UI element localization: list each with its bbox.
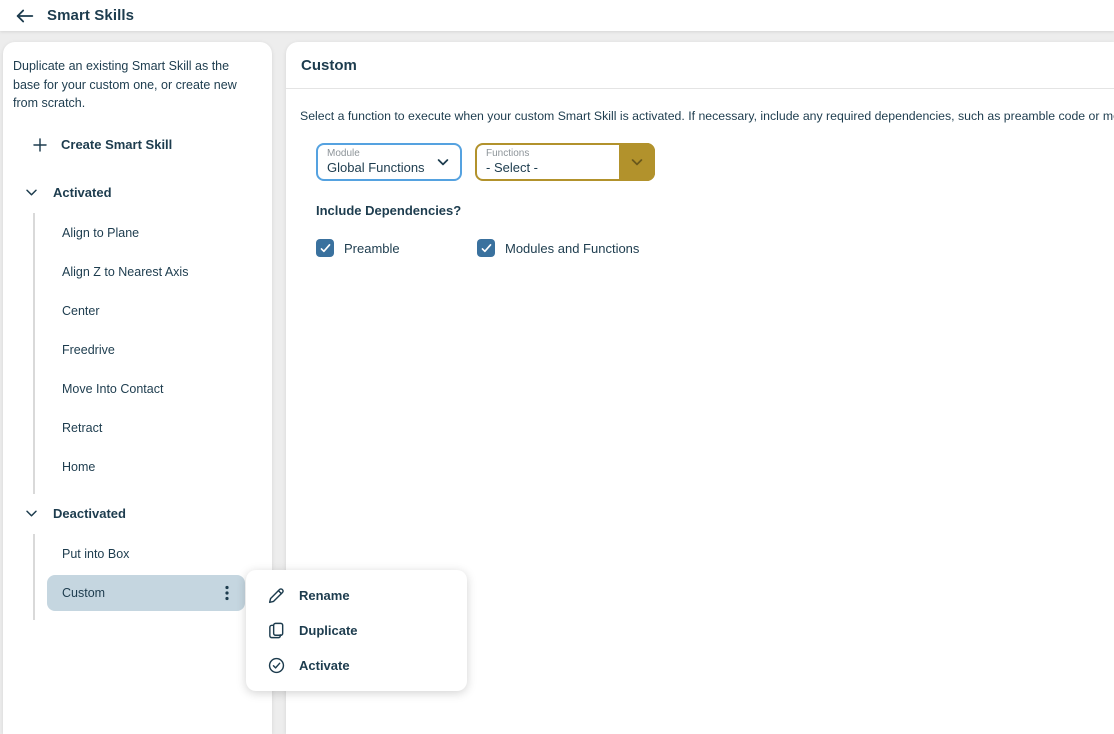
duplicate-icon xyxy=(267,621,286,640)
sidebar-item-center[interactable]: Center xyxy=(47,293,245,329)
module-select-value: Global Functions xyxy=(327,160,426,176)
panel-title: Custom xyxy=(286,42,1114,89)
deactivated-items: Put into Box Custom xyxy=(33,534,272,620)
functions-select-value: - Select - xyxy=(486,160,619,176)
menu-item-label: Rename xyxy=(299,588,350,603)
context-menu-duplicate[interactable]: Duplicate xyxy=(246,614,467,648)
item-label: Align to Plane xyxy=(62,226,139,240)
modules-and-functions-option: Modules and Functions xyxy=(477,239,639,257)
check-circle-icon xyxy=(267,656,286,675)
sidebar-item-align-to-plane[interactable]: Align to Plane xyxy=(47,215,245,251)
include-dependencies-label: Include Dependencies? xyxy=(316,203,1114,218)
menu-item-label: Activate xyxy=(299,658,350,673)
plus-icon xyxy=(32,137,48,153)
sidebar-item-retract[interactable]: Retract xyxy=(47,410,245,446)
sidebar-item-align-z-to-nearest-axis[interactable]: Align Z to Nearest Axis xyxy=(47,254,245,290)
sidebar-item-custom[interactable]: Custom xyxy=(47,575,245,611)
modules-and-functions-checkbox[interactable] xyxy=(477,239,495,257)
chevron-down-icon xyxy=(426,145,460,179)
preamble-checkbox[interactable] xyxy=(316,239,334,257)
item-label: Center xyxy=(62,304,100,318)
section-label: Deactivated xyxy=(53,506,126,521)
back-arrow-icon[interactable] xyxy=(13,4,37,28)
module-select[interactable]: Module Global Functions xyxy=(316,143,462,181)
chevron-down-icon xyxy=(24,185,39,200)
item-label: Align Z to Nearest Axis xyxy=(62,265,188,279)
create-smart-skill-button[interactable]: Create Smart Skill xyxy=(15,131,260,159)
sidebar-item-freedrive[interactable]: Freedrive xyxy=(47,332,245,368)
chevron-down-icon xyxy=(24,506,39,521)
context-menu-rename[interactable]: Rename xyxy=(246,579,467,613)
top-bar: Smart Skills xyxy=(0,0,1114,31)
activated-items: Align to Plane Align Z to Nearest Axis C… xyxy=(33,213,272,494)
item-label: Put into Box xyxy=(62,547,129,561)
section-label: Activated xyxy=(53,185,112,200)
create-smart-skill-label: Create Smart Skill xyxy=(61,137,172,152)
functions-select-dropdown-button[interactable] xyxy=(619,143,655,181)
modules-and-functions-label: Modules and Functions xyxy=(505,241,639,256)
menu-item-label: Duplicate xyxy=(299,623,358,638)
item-label: Home xyxy=(62,460,95,474)
item-label: Retract xyxy=(62,421,102,435)
pencil-icon xyxy=(267,586,286,605)
section-header-activated[interactable]: Activated xyxy=(3,173,272,213)
item-label: Freedrive xyxy=(62,343,115,357)
preamble-label: Preamble xyxy=(344,241,400,256)
page-title: Smart Skills xyxy=(47,7,134,24)
sidebar-item-home[interactable]: Home xyxy=(47,449,245,485)
preamble-option: Preamble xyxy=(316,239,477,257)
sidebar-item-put-into-box[interactable]: Put into Box xyxy=(47,536,245,572)
item-label: Custom xyxy=(62,586,105,600)
kebab-menu-icon[interactable] xyxy=(219,584,235,602)
custom-skill-context-menu: Rename Duplicate Activate xyxy=(246,570,467,691)
functions-select-label: Functions xyxy=(486,148,619,160)
functions-select[interactable]: Functions - Select - xyxy=(475,143,655,181)
module-select-label: Module xyxy=(327,148,426,160)
chevron-down-icon xyxy=(629,154,645,170)
sidebar-item-move-into-contact[interactable]: Move Into Contact xyxy=(47,371,245,407)
context-menu-activate[interactable]: Activate xyxy=(246,649,467,683)
panel-description: Select a function to execute when your c… xyxy=(300,109,1114,123)
item-label: Move Into Contact xyxy=(62,382,163,396)
sidebar-description: Duplicate an existing Smart Skill as the… xyxy=(13,57,258,113)
smart-skills-sidebar: Duplicate an existing Smart Skill as the… xyxy=(3,42,272,734)
section-header-deactivated[interactable]: Deactivated xyxy=(3,494,272,534)
